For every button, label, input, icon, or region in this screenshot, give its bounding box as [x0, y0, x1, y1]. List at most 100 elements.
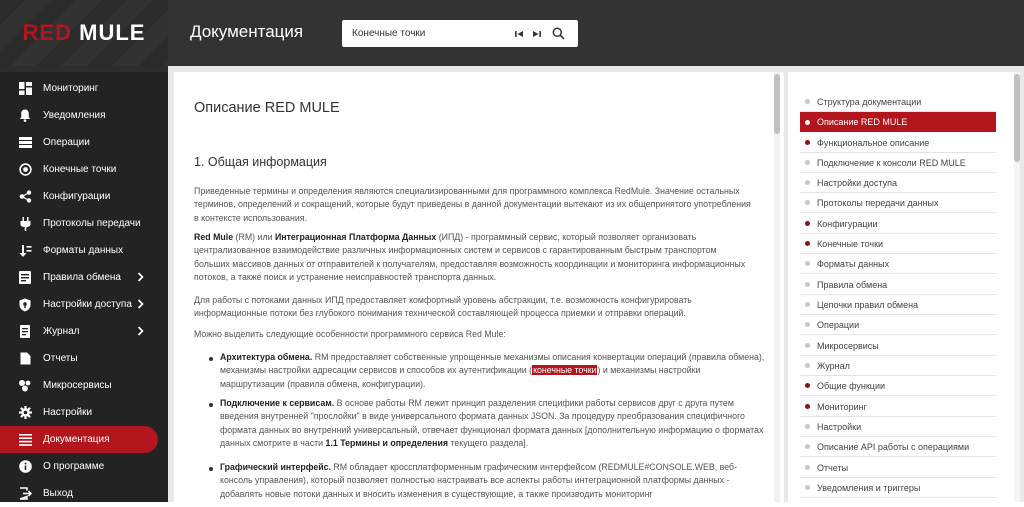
- sidebar-item-microservices[interactable]: Микросервисы: [0, 372, 168, 399]
- toc-item-label: Настройки: [817, 421, 862, 432]
- sidebar-item-label: Форматы данных: [43, 245, 124, 256]
- toc-item[interactable]: Протоколы передачи данных: [800, 193, 996, 213]
- sidebar-item-protocols[interactable]: Протоколы передачи: [0, 210, 168, 237]
- toc-scrollbar-thumb[interactable]: [1014, 74, 1020, 162]
- doc-term: Интеграционная Платформа Данных: [274, 232, 437, 242]
- search-input[interactable]: [342, 20, 510, 47]
- sidebar-item-label: Журнал: [43, 326, 80, 337]
- toc-dot: [805, 424, 810, 429]
- sidebar-item-label: Протоколы передачи: [43, 218, 141, 229]
- toc-dot: [805, 99, 810, 104]
- toc-item[interactable]: Уведомления и триггеры: [800, 478, 996, 498]
- journal-icon: [18, 325, 32, 339]
- sidebar-item-reports[interactable]: Отчеты: [0, 345, 168, 372]
- sidebar-item-data-formats[interactable]: Форматы данных: [0, 237, 168, 264]
- toc-item-label: Отчеты: [817, 462, 849, 473]
- search-next-button[interactable]: [528, 24, 546, 44]
- toc-item-label: Журнал: [817, 360, 850, 371]
- chevron-right-icon: [137, 299, 144, 312]
- toc-dot: [805, 485, 810, 490]
- search-prev-button[interactable]: [510, 24, 528, 44]
- chevron-right-icon: [137, 272, 144, 285]
- toc-dot: [805, 383, 810, 388]
- toc-item[interactable]: Конечные точки: [800, 234, 996, 254]
- toc-item[interactable]: Цепочки правил обмена: [800, 295, 996, 315]
- toc-scrollbar[interactable]: [1014, 72, 1020, 502]
- content-area: Описание RED MULE 1. Общая информация Пр…: [168, 66, 1024, 502]
- sidebar-item-label: Настройки: [43, 407, 93, 418]
- search-highlight[interactable]: конечные точки: [532, 365, 598, 376]
- bell-icon: [18, 109, 32, 123]
- toc-item[interactable]: Конфигурации: [800, 214, 996, 234]
- logout-icon: [18, 487, 32, 501]
- toc-item-label: Мониторинг: [817, 401, 867, 412]
- doc-scrollbar-thumb[interactable]: [774, 74, 780, 134]
- toc-item[interactable]: Журнал: [800, 356, 996, 376]
- doc-text: текущего раздела].: [448, 438, 529, 449]
- toc-dot: [805, 404, 810, 409]
- skip-next-icon: [533, 30, 541, 37]
- doc-title: Описание RED MULE: [194, 100, 340, 116]
- sidebar-item-exchange-rules[interactable]: Правила обмена: [0, 264, 168, 291]
- list-item: Графический интерфейс. RM обладает кросс…: [220, 461, 765, 501]
- toc-item[interactable]: Настройки доступа: [800, 173, 996, 193]
- sidebar-item-label: Операции: [43, 137, 90, 148]
- toc-item[interactable]: Описание API работы с операциями: [800, 437, 996, 457]
- list-bullet: [209, 357, 213, 361]
- toc-dot: [805, 343, 810, 348]
- dashboard-icon: [18, 82, 32, 96]
- sidebar-item-notifications[interactable]: Уведомления: [0, 102, 168, 129]
- nodes-icon: [18, 190, 32, 204]
- sidebar-item-settings[interactable]: Настройки: [0, 399, 168, 426]
- search-button[interactable]: [546, 24, 570, 44]
- shield-icon: [18, 298, 32, 312]
- sidebar-item-access-settings[interactable]: Настройки доступа: [0, 291, 168, 318]
- sidebar-item-operations[interactable]: Операции: [0, 129, 168, 156]
- plug-icon: [18, 216, 32, 231]
- info-icon: [18, 460, 32, 474]
- docs-icon: [18, 433, 32, 447]
- table-of-contents: Структура документации Описание RED MULE…: [788, 72, 1014, 502]
- doc-paragraph-intro: Приведенные термины и определения являют…: [194, 186, 751, 223]
- toc-item[interactable]: Отчеты: [800, 458, 996, 478]
- toc-item-label: Цепочки правил обмена: [817, 299, 919, 310]
- toc-item[interactable]: Подключение к консоли RED MULE: [800, 153, 996, 173]
- logo[interactable]: RED MULE: [0, 0, 168, 66]
- sidebar-item-configurations[interactable]: Конфигурации: [0, 183, 168, 210]
- toc-item-label: Функциональное описание: [817, 137, 930, 148]
- sidebar-item-journal[interactable]: Журнал: [0, 318, 168, 345]
- toc-item[interactable]: Функциональное описание: [800, 133, 996, 153]
- document-panel: Описание RED MULE 1. Общая информация Пр…: [174, 72, 784, 502]
- toc-item-label: Правила обмена: [817, 279, 888, 290]
- sidebar: Мониторинг Уведомления Операции Конечные…: [0, 66, 168, 502]
- toc-item[interactable]: Мониторинг: [800, 397, 996, 417]
- toc-item[interactable]: Настройки: [800, 417, 996, 437]
- doc-paragraph-abstraction: Для работы с потоками данных ИПД предост…: [194, 295, 692, 319]
- sidebar-item-monitoring[interactable]: Мониторинг: [0, 75, 168, 102]
- toc-item[interactable]: Операции: [800, 315, 996, 335]
- toc-dot: [805, 180, 810, 185]
- toc-item-label: Конечные точки: [817, 238, 884, 249]
- doc-scrollbar[interactable]: [774, 72, 780, 502]
- toc-item-label: Конфигурации: [817, 218, 878, 229]
- toc-item[interactable]: Общие функции: [800, 376, 996, 396]
- sidebar-item-label: Уведомления: [43, 110, 106, 121]
- toc-item-active[interactable]: Описание RED MULE: [800, 112, 996, 132]
- sidebar-item-label: Документация: [43, 434, 110, 445]
- list-item-title: Подключение к сервисам.: [220, 398, 335, 408]
- toc-item[interactable]: Форматы данных: [800, 254, 996, 274]
- toc-item[interactable]: Микросервисы: [800, 336, 996, 356]
- doc-paragraph-features: Можно выделить следующие особенности про…: [194, 329, 506, 339]
- sidebar-item-documentation[interactable]: Документация: [0, 426, 158, 453]
- sidebar-item-label: Отчеты: [43, 353, 78, 364]
- sidebar-item-endpoints[interactable]: Конечные точки: [0, 156, 168, 183]
- sidebar-item-logout[interactable]: Выход: [0, 480, 168, 507]
- toc-item[interactable]: Структура документации: [800, 92, 996, 112]
- search-box: [342, 20, 578, 47]
- sidebar-item-label: Мониторинг: [43, 83, 99, 94]
- doc-section-heading: 1. Общая информация: [194, 155, 327, 169]
- page-title: Документация: [190, 22, 304, 41]
- sidebar-item-about[interactable]: О программе: [0, 453, 168, 480]
- toc-item[interactable]: Правила обмена: [800, 275, 996, 295]
- search-icon: [552, 27, 565, 40]
